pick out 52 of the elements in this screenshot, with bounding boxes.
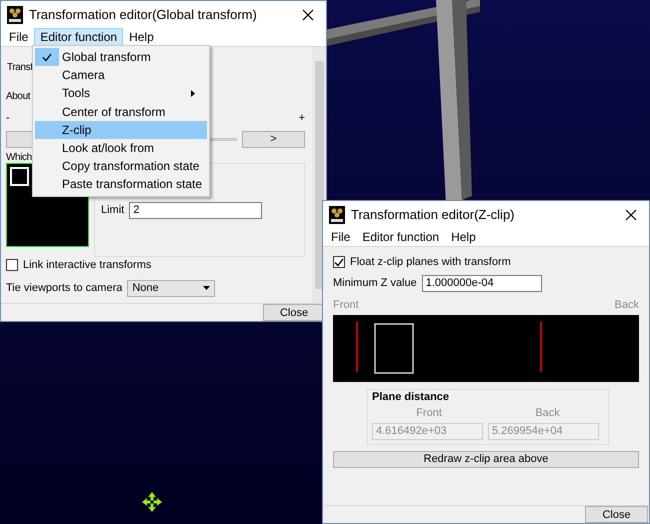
preview-frame-icon [10, 167, 29, 186]
menu-option[interactable]: Look at/look from [35, 138, 207, 158]
front-label: Front [333, 299, 359, 311]
back-label: Back [614, 299, 639, 311]
min-z-field[interactable]: 1.000000e-04 [422, 274, 542, 292]
menu-option[interactable]: Global transform [35, 48, 207, 66]
menu-item[interactable]: File [3, 28, 34, 46]
menu-item[interactable]: Editor function [34, 28, 124, 46]
back-label: Back [535, 407, 560, 419]
limit-field[interactable]: 2 [129, 202, 262, 218]
dropdown-caret-icon [203, 286, 210, 290]
redraw-button[interactable]: Redraw z-clip area above [333, 450, 639, 468]
checkmark-icon [42, 52, 52, 62]
next-button[interactable]: > [242, 130, 305, 148]
tie-label: Tie viewports to camera [6, 282, 122, 294]
link-checkbox[interactable] [6, 259, 18, 271]
app-logo-icon [7, 6, 23, 24]
front-plane-line [356, 322, 358, 372]
app-logo-icon [329, 206, 345, 224]
object-frame [374, 323, 414, 374]
min-z-label: Minimum Z value [333, 277, 417, 289]
checkmark-icon [334, 258, 344, 266]
front-label: Front [416, 407, 442, 419]
close-button[interactable]: Close [585, 506, 648, 523]
transform-label: Transf [7, 62, 33, 72]
menu-item[interactable]: Help [123, 28, 160, 46]
close-icon[interactable] [302, 8, 314, 20]
about-label: About [6, 90, 30, 102]
plus-label: + [298, 112, 305, 124]
limit-label: Limit [101, 204, 124, 216]
menu-option[interactable]: Copy transformation state [35, 157, 207, 176]
back-plane-line [540, 322, 542, 372]
window-title: Transformation editor(Z-clip) [351, 207, 516, 222]
menu-item[interactable]: Editor function [356, 228, 446, 246]
group-title: Plane distance [372, 391, 450, 403]
which-label: Which [6, 152, 32, 162]
menu-option[interactable]: Z-clip [35, 120, 207, 139]
link-label: Link interactive transforms [23, 259, 152, 271]
close-icon[interactable] [625, 208, 637, 220]
camera-dropdown[interactable]: None [127, 280, 216, 296]
float-checkbox[interactable] [333, 256, 345, 268]
menu-option[interactable]: Camera [35, 66, 207, 84]
menu-item[interactable]: Help [445, 228, 482, 246]
window-title: Transformation editor(Global transform) [29, 7, 258, 22]
move-icon [141, 491, 163, 513]
menu-option[interactable]: Center of transform [35, 102, 207, 121]
menu-option[interactable]: Paste transformation state [35, 175, 207, 194]
float-label: Float z-clip planes with transform [350, 256, 511, 268]
menu-option[interactable]: Tools [35, 84, 207, 103]
close-button[interactable]: Close [263, 304, 325, 321]
minus-label: - [6, 112, 10, 124]
menu-item[interactable]: File [325, 228, 356, 246]
